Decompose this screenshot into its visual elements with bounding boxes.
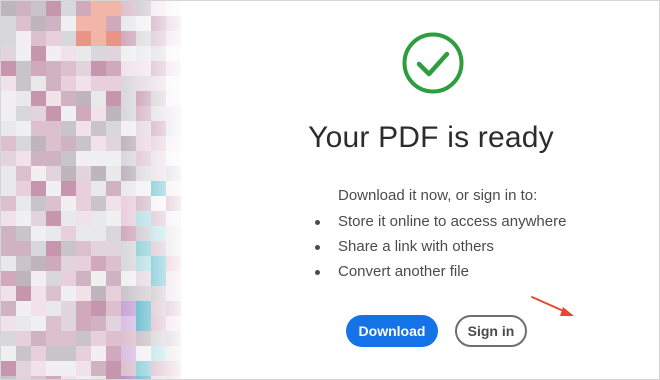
list-item: Share a link with others xyxy=(313,238,566,263)
benefits-list: Store it online to access anywhere Share… xyxy=(313,213,566,288)
list-item: Store it online to access anywhere xyxy=(313,213,566,238)
bullet-icon xyxy=(315,220,320,225)
sign-in-button[interactable]: Sign in xyxy=(455,315,527,347)
list-item-label: Convert another file xyxy=(338,263,469,280)
page-title: Your PDF is ready xyxy=(308,121,554,154)
list-item-label: Store it online to access anywhere xyxy=(338,213,567,230)
list-item-label: Share a link with others xyxy=(338,238,494,255)
ready-content: Your PDF is ready Download it now, or si… xyxy=(241,1,621,379)
intro-text: Download it now, or sign in to: xyxy=(338,187,538,204)
arrow-icon xyxy=(531,296,574,316)
pdf-ready-panel: Your PDF is ready Download it now, or si… xyxy=(0,0,660,380)
check-circle-icon xyxy=(402,32,464,94)
list-item: Convert another file xyxy=(313,263,566,288)
download-button[interactable]: Download xyxy=(346,315,438,347)
bullet-icon xyxy=(315,245,320,250)
bullet-icon xyxy=(315,270,320,275)
